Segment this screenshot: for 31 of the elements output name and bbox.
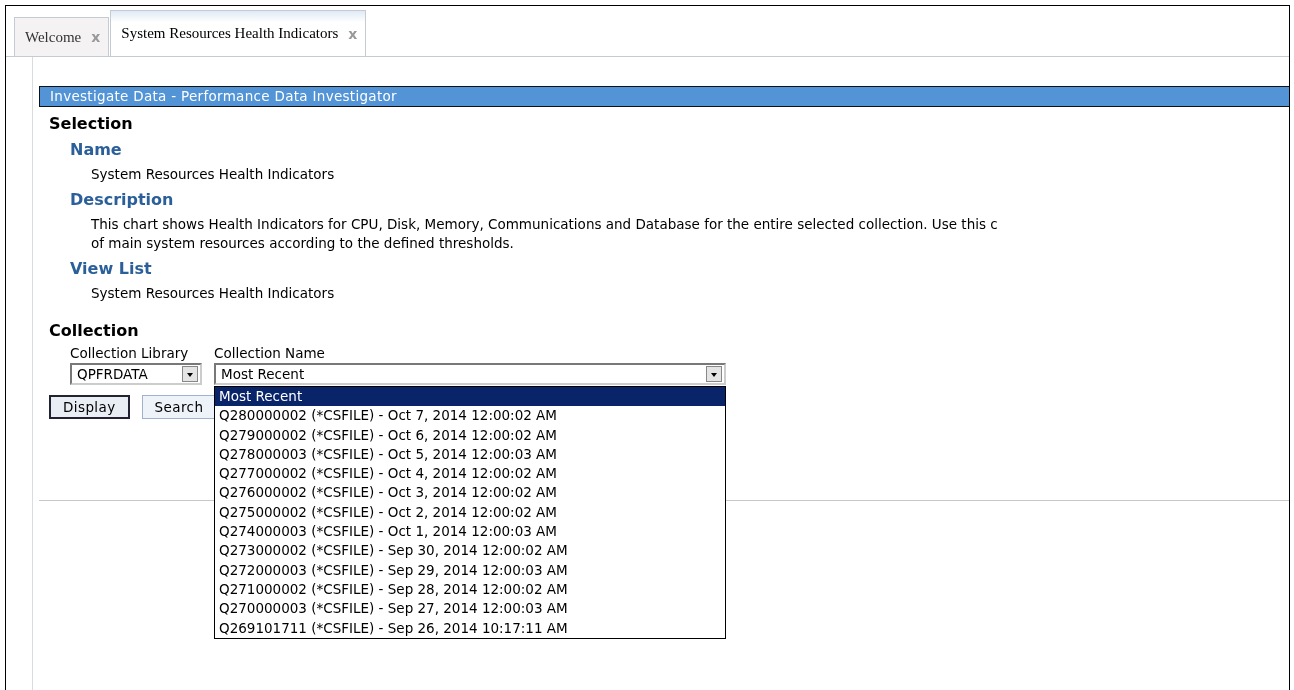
- dropdown-option[interactable]: Q279000002 (*CSFILE) - Oct 6, 2014 12:00:02 AM: [215, 425, 725, 445]
- dropdown-option[interactable]: Most Recent: [215, 387, 725, 407]
- dropdown-option[interactable]: Q273000002 (*CSFILE) - Sep 30, 2014 12:00:02 AM: [215, 541, 725, 561]
- dropdown-option[interactable]: Q274000003 (*CSFILE) - Oct 1, 2014 12:00:03 AM: [215, 522, 725, 542]
- field-text: of main system resources according to the defined thresholds.: [91, 234, 515, 253]
- field-label: Collection Name: [214, 344, 326, 363]
- field-label: Collection Library: [70, 344, 190, 363]
- field-label: View List: [70, 259, 153, 279]
- action-button[interactable]: Display: [49, 395, 130, 419]
- dropdown-option[interactable]: Q277000002 (*CSFILE) - Oct 4, 2014 12:00:02 AM: [215, 464, 725, 484]
- dropdown-option[interactable]: Q272000003 (*CSFILE) - Sep 29, 2014 12:00:03 AM: [215, 560, 725, 580]
- panel-title: Investigate Data - Performance Data Investigator: [39, 86, 1289, 107]
- dropdown-option[interactable]: Q275000002 (*CSFILE) - Oct 2, 2014 12:00:02 AM: [215, 502, 725, 523]
- collection-dropdown[interactable]: Most Recent: [214, 363, 726, 385]
- field-text: System Resources Health Indicators: [91, 284, 336, 303]
- field-label: Description: [70, 190, 175, 210]
- field-label: Name: [70, 140, 123, 160]
- tab[interactable]: System Resources Health Indicators x: [110, 10, 367, 56]
- field-text: This chart shows Health Indicators for CPU, Disk, Memory, Communications and Database for the entire selected collection. Use this c: [91, 215, 999, 234]
- dropdown-option[interactable]: Q276000002 (*CSFILE) - Oct 3, 2014 12:00:02 AM: [215, 483, 725, 503]
- section-heading: Collection: [48, 321, 140, 341]
- dropdown-option[interactable]: Q270000003 (*CSFILE) - Sep 27, 2014 12:00:03 AM: [215, 599, 725, 619]
- tab[interactable]: Welcome x: [14, 17, 110, 56]
- dropdown-option[interactable]: Q280000002 (*CSFILE) - Oct 7, 2014 12:00:02 AM: [215, 406, 725, 426]
- dropdown-option[interactable]: Q269101711 (*CSFILE) - Sep 26, 2014 10:17:11 AM: [215, 618, 725, 638]
- section-heading: Selection: [48, 114, 134, 134]
- dropdown-option[interactable]: Q278000003 (*CSFILE) - Oct 5, 2014 12:00:03 AM: [215, 444, 725, 465]
- field-text: System Resources Health Indicators: [91, 165, 336, 184]
- dropdown-option[interactable]: Q271000002 (*CSFILE) - Sep 28, 2014 12:00:02 AM: [215, 579, 725, 600]
- action-button[interactable]: Search: [141, 395, 217, 419]
- library-dropdown[interactable]: QPFRDATA: [70, 363, 202, 385]
